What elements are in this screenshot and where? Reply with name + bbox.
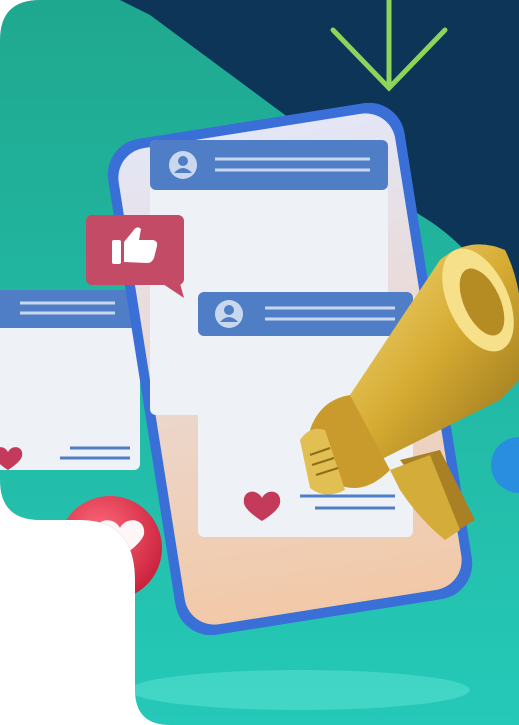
heart-ball [58, 496, 162, 600]
left-post-card [0, 290, 140, 470]
promo-illustration [0, 0, 519, 725]
phone-shadow [130, 670, 470, 710]
